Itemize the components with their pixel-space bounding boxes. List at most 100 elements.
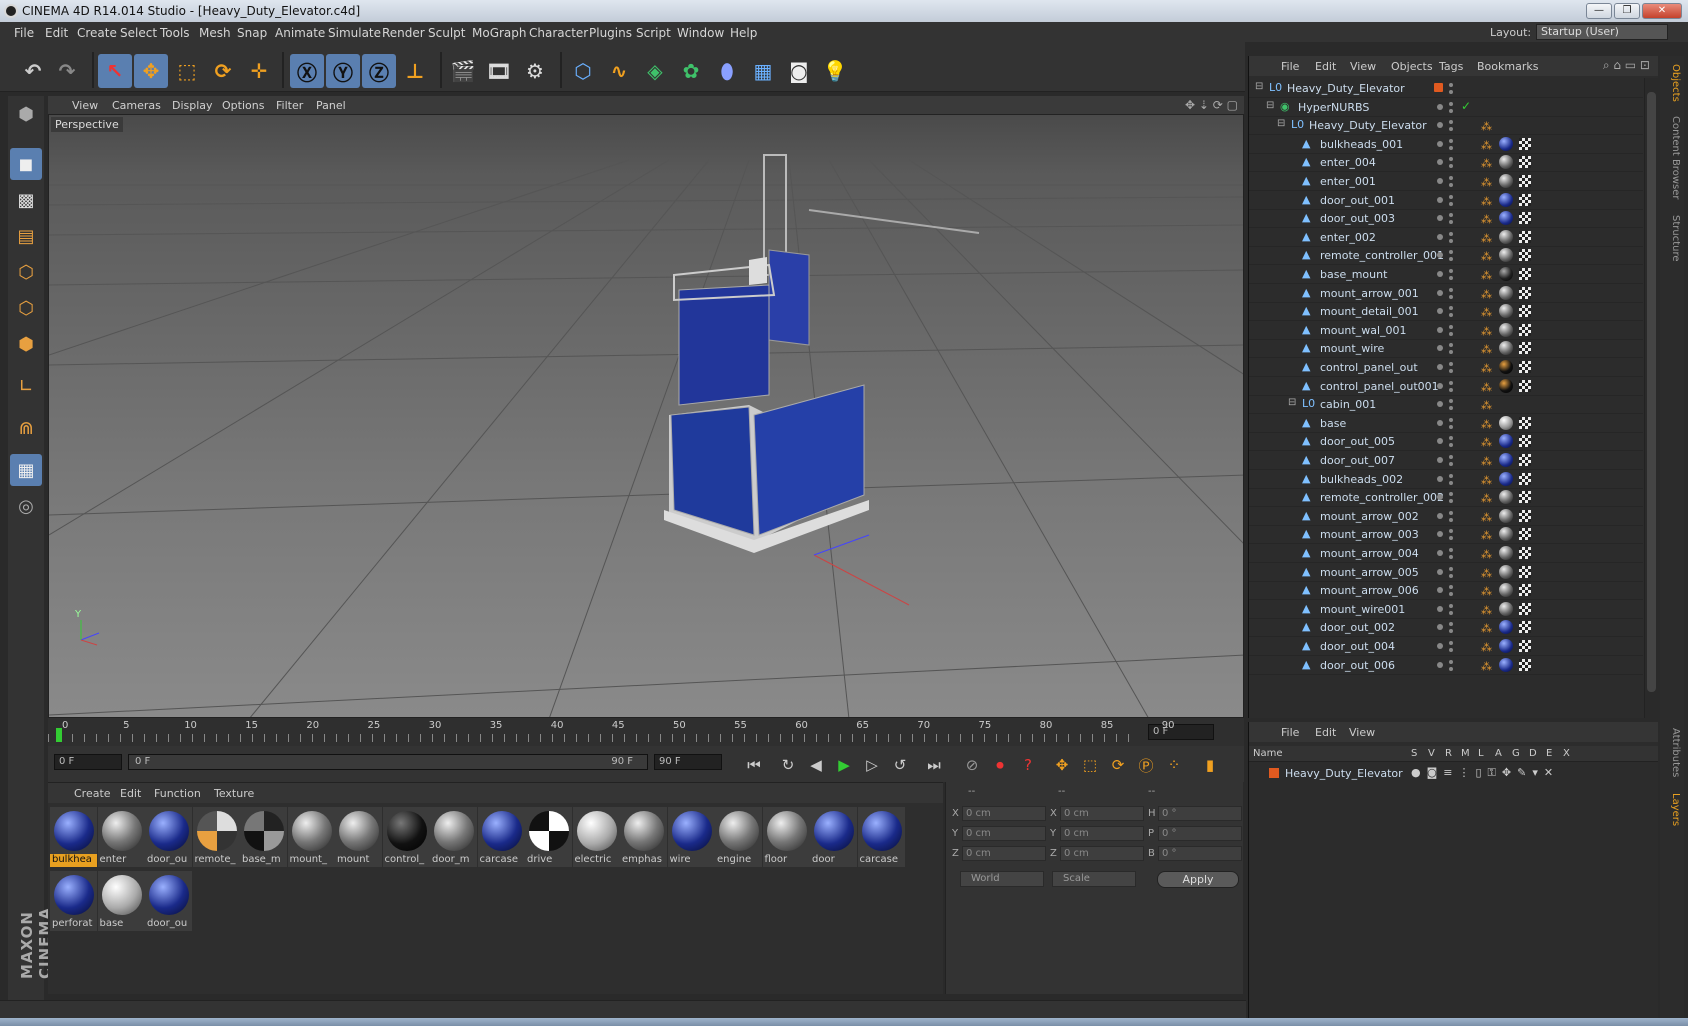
material-tag-icon[interactable] bbox=[1499, 620, 1513, 635]
object-row[interactable]: ⊟ L0 cabin_001 ⁂ bbox=[1249, 394, 1643, 415]
layer-column-e[interactable]: E bbox=[1546, 748, 1552, 759]
material-swatch[interactable]: engine bbox=[715, 807, 762, 867]
object-row[interactable]: ▲ remote_controller_002 ⁂ bbox=[1249, 487, 1643, 508]
coord-size-field[interactable]: 0 cm bbox=[1060, 806, 1144, 821]
object-row[interactable]: ⊟ L0 Heavy_Duty_Elevator ⁂ bbox=[1249, 115, 1643, 136]
loop-icon[interactable]: ↻ bbox=[776, 754, 800, 776]
phong-tag-icon[interactable]: ⁂ bbox=[1481, 399, 1493, 412]
visibility-editor-dot[interactable] bbox=[1437, 550, 1443, 556]
perspective-viewport[interactable]: Y Perspective bbox=[48, 114, 1244, 718]
visibility-render-dot[interactable] bbox=[1449, 145, 1453, 150]
object-row[interactable]: ▲ door_out_005 ⁂ bbox=[1249, 431, 1643, 452]
visibility-render-dot[interactable] bbox=[1449, 585, 1453, 590]
visibility-editor-dot[interactable] bbox=[1437, 624, 1443, 631]
object-row[interactable]: ▲ mount_wire ⁂ bbox=[1249, 338, 1643, 359]
visibility-editor-dot[interactable] bbox=[1437, 512, 1443, 519]
material-tag-icon[interactable] bbox=[1499, 322, 1513, 337]
viewport-menu-panel[interactable]: Panel bbox=[316, 99, 346, 112]
coord-rotation-field[interactable]: 0 ° bbox=[1158, 846, 1242, 861]
uvw-tag-icon[interactable] bbox=[1519, 454, 1531, 466]
uvw-tag-icon[interactable] bbox=[1519, 137, 1531, 150]
object-row[interactable]: ▲ mount_detail_001 ⁂ bbox=[1249, 301, 1643, 322]
material-swatch[interactable]: base bbox=[97, 871, 145, 931]
phong-tag-icon[interactable]: ⁂ bbox=[1481, 306, 1493, 319]
object-row[interactable]: ▲ mount_arrow_004 ⁂ bbox=[1249, 543, 1643, 563]
phong-tag-icon[interactable]: ⁂ bbox=[1481, 567, 1493, 580]
phong-tag-icon[interactable]: ⁂ bbox=[1481, 213, 1493, 226]
key-scale-icon[interactable]: ⬚ bbox=[1078, 754, 1102, 776]
object-row[interactable]: ▲ mount_wire001 ⁂ bbox=[1249, 599, 1643, 619]
phong-tag-icon[interactable]: ⁂ bbox=[1481, 362, 1493, 375]
uvw-tag-icon[interactable] bbox=[1519, 658, 1531, 671]
layer-column-l[interactable]: L bbox=[1478, 748, 1484, 759]
visibility-render-dot[interactable] bbox=[1449, 492, 1453, 497]
material-swatch[interactable]: door_m bbox=[430, 807, 477, 867]
material-tag-icon[interactable] bbox=[1499, 304, 1513, 319]
material-swatch[interactable]: mount bbox=[335, 807, 382, 867]
visibility-render-dot[interactable] bbox=[1449, 659, 1453, 664]
visibility-render-dot[interactable] bbox=[1449, 343, 1453, 348]
phong-tag-icon[interactable]: ⁂ bbox=[1481, 474, 1493, 487]
visibility-render-dot[interactable] bbox=[1449, 622, 1453, 627]
coord-position-field[interactable]: 0 cm bbox=[962, 846, 1046, 861]
polygons-mode-icon[interactable]: ⬢ bbox=[10, 328, 42, 360]
texture-mode-icon[interactable]: ▩ bbox=[10, 184, 42, 216]
make-editable-icon[interactable]: ⬢ bbox=[10, 98, 42, 130]
points-mode-icon[interactable]: ⬡ bbox=[10, 256, 42, 288]
phong-tag-icon[interactable]: ⁂ bbox=[1481, 585, 1493, 598]
visibility-editor-dot[interactable] bbox=[1437, 159, 1443, 166]
uvw-tag-icon[interactable] bbox=[1519, 416, 1531, 429]
phong-tag-icon[interactable]: ⁂ bbox=[1481, 176, 1493, 189]
visibility-render-dot[interactable] bbox=[1449, 194, 1453, 199]
material-menu-function[interactable]: Function bbox=[154, 787, 201, 800]
render-picture-viewer-icon[interactable]: 🎞 bbox=[482, 54, 516, 88]
material-tag-icon[interactable] bbox=[1499, 415, 1513, 430]
phong-tag-icon[interactable]: ⁂ bbox=[1481, 604, 1493, 617]
visibility-render-dot[interactable] bbox=[1449, 83, 1453, 87]
uvw-tag-icon[interactable] bbox=[1519, 342, 1531, 355]
visibility-render-dot[interactable] bbox=[1449, 269, 1453, 273]
phong-tag-icon[interactable]: ⁂ bbox=[1481, 343, 1493, 356]
viewport-menu-filter[interactable]: Filter bbox=[276, 99, 303, 112]
move-icon[interactable]: ✥ bbox=[134, 54, 168, 88]
object-menu-objects[interactable]: Objects bbox=[1391, 60, 1433, 73]
coord-rotation-field[interactable]: 0 ° bbox=[1158, 826, 1242, 841]
layer-menu-view[interactable]: View bbox=[1349, 726, 1375, 739]
key-position-icon[interactable]: ✥ bbox=[1050, 754, 1074, 776]
go-to-start-icon[interactable]: ⏮ bbox=[742, 754, 766, 776]
visibility-editor-dot[interactable] bbox=[1437, 382, 1443, 389]
end-frame-field[interactable]: 90 F bbox=[654, 754, 722, 770]
visibility-render-dot[interactable] bbox=[1449, 127, 1453, 132]
visibility-render-dot[interactable] bbox=[1449, 257, 1453, 262]
menu-edit[interactable]: Edit bbox=[45, 26, 68, 40]
visibility-render-dot[interactable] bbox=[1449, 573, 1453, 578]
material-swatch[interactable]: floor bbox=[762, 807, 810, 867]
object-row[interactable]: ▲ mount_arrow_003 ⁂ bbox=[1249, 524, 1643, 545]
material-tag-icon[interactable] bbox=[1499, 155, 1513, 170]
material-swatch[interactable]: base_m bbox=[240, 807, 287, 867]
viewport-menu-display[interactable]: Display bbox=[172, 99, 213, 112]
visibility-render-dot[interactable] bbox=[1449, 555, 1453, 559]
material-tag-icon[interactable] bbox=[1499, 378, 1513, 393]
visibility-render-dot[interactable] bbox=[1449, 529, 1453, 534]
menu-select[interactable]: Select bbox=[120, 26, 157, 40]
object-row[interactable]: ▲ enter_002 ⁂ bbox=[1249, 227, 1643, 247]
go-to-end-icon[interactable]: ⏭ bbox=[922, 754, 946, 776]
menu-create[interactable]: Create bbox=[77, 26, 117, 40]
phong-tag-icon[interactable]: ⁂ bbox=[1481, 492, 1493, 505]
visibility-editor-dot[interactable] bbox=[1437, 401, 1443, 408]
visibility-editor-dot[interactable] bbox=[1437, 457, 1443, 463]
material-menu-create[interactable]: Create bbox=[74, 787, 111, 800]
material-tag-icon[interactable] bbox=[1499, 471, 1513, 486]
phong-tag-icon[interactable]: ⁂ bbox=[1481, 120, 1493, 133]
coordinate-mode-select[interactable]: World bbox=[960, 871, 1044, 887]
elevator-model[interactable] bbox=[664, 154, 980, 553]
material-swatch[interactable]: carcase bbox=[857, 807, 905, 867]
material-tag-icon[interactable] bbox=[1499, 174, 1513, 188]
uvw-tag-icon[interactable] bbox=[1519, 323, 1531, 336]
expand-toggle-icon[interactable]: ⊟ bbox=[1288, 397, 1296, 408]
material-menu-edit[interactable]: Edit bbox=[120, 787, 141, 800]
material-swatch[interactable]: wire bbox=[667, 807, 715, 867]
menu-window[interactable]: Window bbox=[677, 26, 724, 40]
visibility-render-dot[interactable] bbox=[1449, 399, 1453, 404]
